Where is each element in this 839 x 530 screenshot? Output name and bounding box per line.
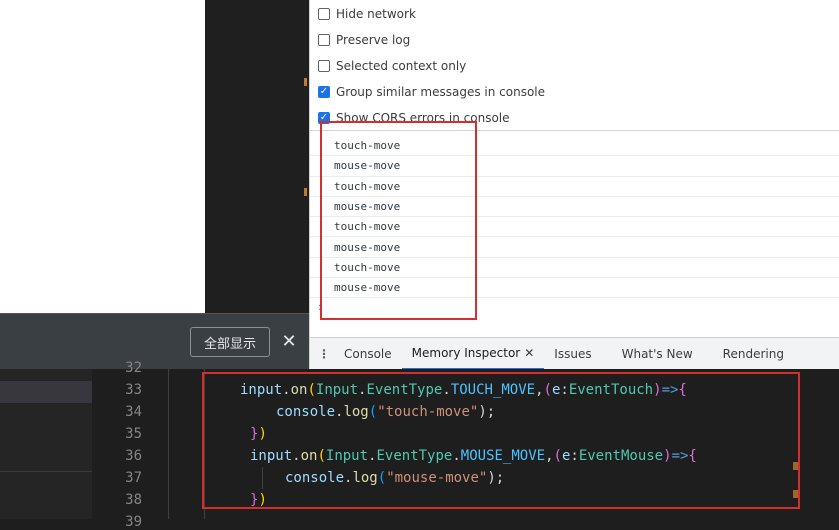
tab-label: Rendering [722,346,784,361]
scroll-marker [793,462,798,470]
line-number: 33 [125,382,142,398]
explorer-pane [0,369,92,519]
highlight-box-code [202,372,800,509]
tab-issues[interactable]: Issues [544,338,601,370]
checkbox-hide-network[interactable] [318,8,330,20]
download-bar: 全部显示 ✕ [0,313,309,369]
page-viewport [0,0,205,313]
tab-whats-new[interactable]: What's New [602,338,713,370]
setting-label: Preserve log [336,33,411,47]
checkbox-preserve-log[interactable] [318,34,330,46]
line-number: 36 [125,448,142,464]
setting-selected-context-only[interactable]: Selected context only [318,56,466,76]
line-number: 32 [125,360,142,376]
checkbox-group-similar[interactable]: ✓ [318,86,330,98]
setting-group-similar[interactable]: ✓ Group similar messages in console [318,82,545,102]
tab-label: Issues [554,346,592,361]
close-tab-icon[interactable]: ✕ [524,346,534,360]
setting-preserve-log[interactable]: Preserve log [318,30,410,50]
line-number: 35 [125,426,142,442]
editor-background-strip [205,0,309,313]
show-all-button[interactable]: 全部显示 [190,327,270,357]
tab-label: Memory Inspector [411,345,521,360]
tab-memory-inspector[interactable]: Memory Inspector ✕ [401,338,545,370]
scroll-marker [793,490,798,498]
checkbox-selected-context-only[interactable] [318,60,330,72]
setting-label: Hide network [336,7,416,21]
tab-label: What's New [621,346,693,361]
line-number: 37 [125,470,142,486]
more-tools-icon[interactable]: ⋮ [314,347,334,361]
setting-hide-network[interactable]: Hide network [318,4,416,24]
drawer-tabbar: ⋮ Console Memory Inspector ✕ Issues What'… [310,337,839,370]
close-icon[interactable]: ✕ [280,328,298,354]
setting-label: Group similar messages in console [336,85,545,99]
line-number: 38 [125,492,142,508]
line-number: 34 [125,404,142,420]
indent-guide [168,369,169,519]
line-number: 39 [125,514,142,530]
divider [0,471,92,472]
scroll-marker [304,78,307,86]
tab-rendering[interactable]: Rendering [713,338,794,370]
highlight-box-console [320,121,477,320]
scroll-marker [304,188,307,196]
setting-label: Selected context only [336,59,467,73]
tab-console[interactable]: Console [334,338,402,370]
tab-label: Console [344,346,392,361]
selected-row [0,381,92,403]
